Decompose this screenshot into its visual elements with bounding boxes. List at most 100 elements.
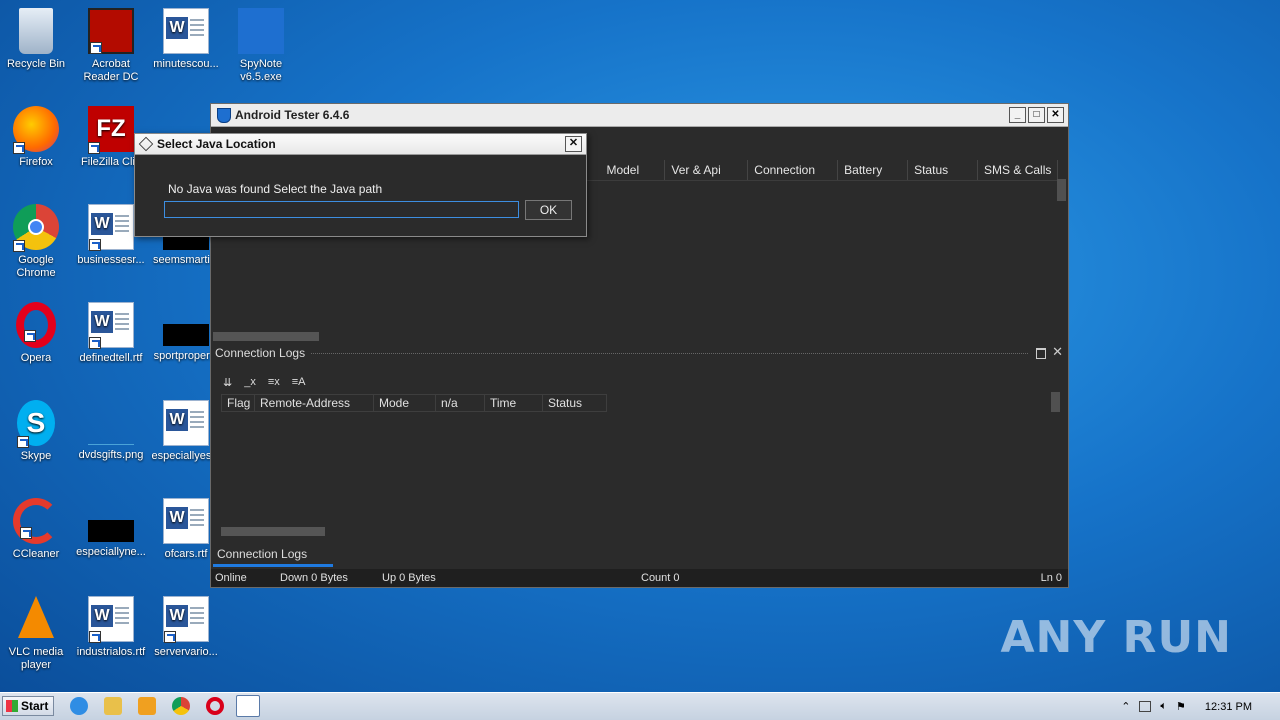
column-header-sms-calls[interactable]: SMS & Calls	[978, 160, 1059, 180]
recycle-bin-icon	[19, 8, 53, 54]
opera-icon	[16, 302, 56, 348]
logs-column-remote-address[interactable]: Remote-Address	[255, 394, 374, 412]
minimize-button[interactable]: _	[1009, 107, 1026, 123]
column-header-model[interactable]: Model	[600, 160, 666, 180]
media-player-icon[interactable]	[138, 697, 156, 715]
shield-icon	[217, 107, 231, 123]
column-header-battery[interactable]: Battery	[838, 160, 909, 180]
ok-button[interactable]: OK	[525, 200, 572, 220]
anyrun-watermark: ANY RUN	[1000, 612, 1232, 663]
dialog-message: No Java was found Select the Java path	[168, 182, 383, 196]
clock[interactable]: 12:31 PM	[1205, 701, 1252, 713]
dialog-titlebar[interactable]: Select Java Location ✕	[135, 134, 586, 155]
word-document-icon	[163, 8, 209, 54]
network-icon[interactable]	[1139, 701, 1152, 712]
clear-icon[interactable]: _x	[244, 376, 256, 389]
logs-toolbar: ⇊ _x ≡x ≡A	[223, 376, 306, 389]
opera-icon[interactable]	[206, 697, 224, 715]
logs-column-na[interactable]: n/a	[436, 394, 485, 412]
status-up-bytes: Up 0 Bytes	[382, 572, 436, 584]
word-document-icon	[88, 302, 134, 349]
pane-close-icon[interactable]: ✕	[1052, 344, 1063, 360]
firefox-icon	[13, 106, 59, 154]
status-down-bytes: Down 0 Bytes	[280, 572, 348, 584]
desktop-icon-minutescou[interactable]: minutescou...	[148, 8, 224, 71]
dialog-title: Select Java Location	[157, 137, 276, 151]
show-hidden-icons-icon[interactable]: ⌃	[1121, 700, 1130, 713]
word-document-icon	[88, 596, 134, 643]
column-header-status[interactable]: Status	[908, 160, 979, 180]
logs-horizontal-scrollbar[interactable]	[221, 527, 325, 536]
desktop-icon-label: dvdsgifts.png	[78, 449, 144, 461]
remove-icon[interactable]: ≡x	[268, 376, 280, 389]
cube-icon	[138, 136, 154, 152]
logs-column-mode[interactable]: Mode	[374, 394, 436, 412]
pane-dock-line	[311, 353, 1028, 354]
maximize-button[interactable]: □	[1028, 107, 1045, 123]
desktop-icon-ccleaner[interactable]: CCleaner	[0, 498, 74, 561]
desktop-icon-label: Skype	[20, 450, 52, 462]
select-java-dialog: Select Java Location ✕ No Java was found…	[134, 133, 587, 237]
desktop-icon-label: Google Chrome	[16, 254, 56, 279]
clients-horizontal-scrollbar[interactable]	[213, 332, 319, 341]
dialog-close-button[interactable]: ✕	[565, 136, 582, 152]
desktop-icon-definedtell[interactable]: definedtell.rtf	[73, 302, 149, 365]
start-label: Start	[21, 699, 49, 713]
desktop-icon-dvdsgifts[interactable]: dvdsgifts.png	[73, 400, 149, 462]
desktop-icon-label: minutescou...	[153, 58, 219, 70]
desktop-icon-industrialos[interactable]: industrialos.rtf	[73, 596, 149, 659]
desktop-icon-especiallyne[interactable]: especiallyne...	[73, 498, 149, 559]
shield-icon	[238, 8, 284, 54]
java-path-input[interactable]	[164, 201, 519, 218]
desktop-icon-spynote[interactable]: SpyNote v6.5.exe	[223, 8, 299, 84]
logs-grid-header: Flag Remote-Address Mode n/a Time Status	[221, 394, 607, 412]
word-document-icon	[163, 596, 209, 643]
pane-restore-icon[interactable]	[1036, 348, 1046, 359]
internet-explorer-icon[interactable]	[70, 697, 88, 715]
bottom-tab-connection-logs[interactable]: Connection Logs	[213, 547, 333, 567]
word-document-icon	[163, 400, 209, 446]
volume-icon[interactable]: 🔈︎	[1160, 700, 1167, 713]
app-title: Android Tester 6.4.6	[235, 108, 350, 122]
word-document-icon	[163, 498, 209, 544]
android-tester-task-icon[interactable]	[236, 695, 260, 717]
black-file-icon	[163, 324, 209, 346]
filter-icon[interactable]: ≡A	[292, 376, 306, 389]
logs-vertical-scrollbar[interactable]	[1051, 392, 1060, 412]
desktop-icon-label: definedtell.rtf	[79, 352, 143, 364]
file-explorer-icon[interactable]	[104, 697, 122, 715]
clients-vertical-scrollbar[interactable]	[1057, 179, 1066, 201]
desktop-icon-label: especiallyne...	[76, 546, 146, 558]
windows-flag-icon	[6, 700, 18, 712]
logs-column-time[interactable]: Time	[485, 394, 543, 412]
ccleaner-icon	[13, 498, 59, 544]
desktop-icon-opera[interactable]: Opera	[0, 302, 74, 365]
logs-column-flag[interactable]: Flag	[221, 394, 255, 412]
logs-column-status[interactable]: Status	[543, 394, 607, 412]
desktop-icon-servervario[interactable]: servervario...	[148, 596, 224, 659]
close-button[interactable]: ✕	[1047, 107, 1064, 123]
bottom-tab-label: Connection Logs	[217, 547, 308, 561]
word-document-icon	[88, 204, 134, 251]
filezilla-icon: FZ	[88, 106, 134, 154]
desktop-icon-vlc[interactable]: VLC media player	[0, 596, 74, 672]
desktop-icon-skype[interactable]: S Skype	[0, 400, 74, 463]
column-header-connection[interactable]: Connection	[748, 160, 839, 180]
image-file-icon	[88, 400, 134, 445]
status-line: Ln 0	[1040, 572, 1062, 584]
desktop-icon-acrobat[interactable]: Acrobat Reader DC	[73, 8, 149, 84]
desktop-icon-firefox[interactable]: Firefox	[0, 106, 74, 169]
start-button[interactable]: Start	[2, 696, 54, 716]
column-header-ver-api[interactable]: Ver & Api	[665, 160, 749, 180]
desktop-icon-chrome[interactable]: Google Chrome	[0, 204, 74, 280]
desktop-icon-label: servervario...	[154, 646, 218, 658]
action-center-flag-icon[interactable]: ⚑	[1176, 700, 1186, 713]
desktop-icon-recycle-bin[interactable]: Recycle Bin	[0, 8, 74, 71]
black-file-icon	[88, 520, 134, 542]
desktop-icon-label: Opera	[20, 352, 52, 364]
sort-icon[interactable]: ⇊	[223, 376, 232, 389]
desktop-icon-label: SpyNote v6.5.exe	[239, 58, 283, 83]
status-count: Count 0	[641, 572, 680, 584]
chrome-icon[interactable]	[172, 697, 190, 715]
app-titlebar[interactable]: Android Tester 6.4.6 _ □ ✕	[211, 104, 1068, 127]
